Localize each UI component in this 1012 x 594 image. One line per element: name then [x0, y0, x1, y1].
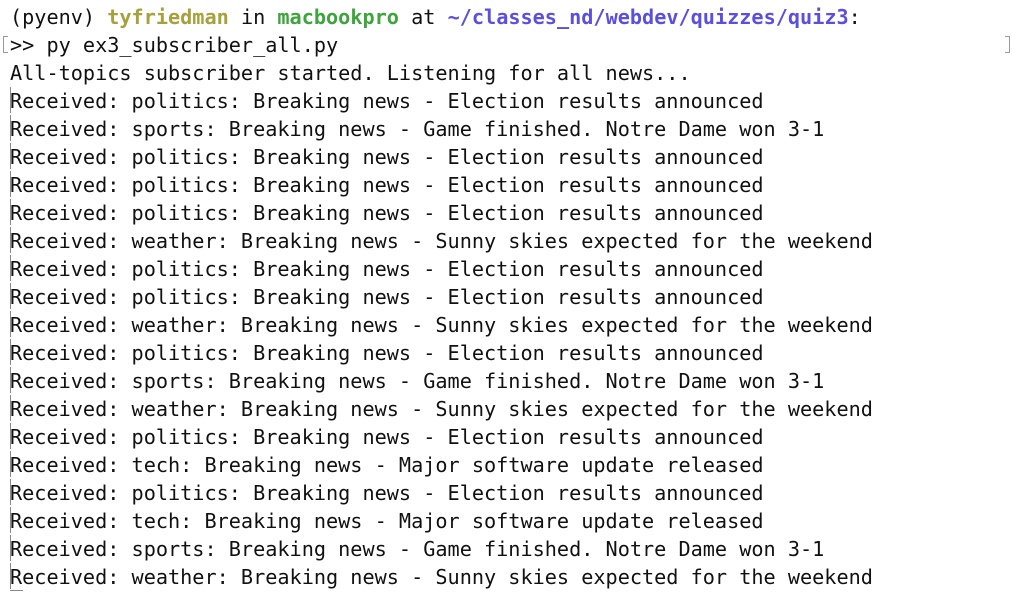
output-line: Received: politics: Breaking news - Elec… — [0, 423, 1012, 451]
prompt-at: at — [411, 5, 436, 29]
prompt-suffix: : — [848, 5, 861, 29]
command-text: py ex3_subscriber_all.py — [46, 33, 339, 57]
output-log: Received: politics: Breaking news - Elec… — [0, 87, 1012, 591]
output-line: Received: politics: Breaking news - Elec… — [0, 283, 1012, 311]
output-line: Received: tech: Breaking news - Major so… — [0, 451, 1012, 479]
output-line: Received: politics: Breaking news - Elec… — [0, 87, 1012, 115]
prompt-user: tyfriedman — [107, 5, 229, 29]
command-mark-left — [3, 36, 8, 53]
shell-prompt: (pyenv) tyfriedman in macbookpro at ~/cl… — [10, 3, 861, 31]
output-line: Received: weather: Breaking news - Sunny… — [0, 563, 1012, 591]
output-line: Received: sports: Breaking news - Game f… — [0, 535, 1012, 563]
prompt-in: in — [240, 5, 266, 29]
output-line: Received: politics: Breaking news - Elec… — [0, 479, 1012, 507]
output-line: Received: politics: Breaking news - Elec… — [0, 339, 1012, 367]
output-line: Received: politics: Breaking news - Elec… — [0, 143, 1012, 171]
prompt-path: ~/classes_nd/webdev/quizzes/quiz3 — [447, 5, 849, 29]
output-line: Received: sports: Breaking news - Game f… — [0, 367, 1012, 395]
prompt-host: macbookpro — [277, 5, 399, 29]
command-line[interactable]: >> py ex3_subscriber_all.py — [10, 31, 338, 59]
prompt-env: (pyenv) — [10, 5, 96, 29]
command-mark-right — [1005, 36, 1010, 53]
command-marker: >> — [10, 33, 35, 57]
terminal-window[interactable]: (pyenv) tyfriedman in macbookpro at ~/cl… — [0, 0, 1012, 594]
output-line: Received: sports: Breaking news - Game f… — [0, 115, 1012, 143]
output-line: Received: tech: Breaking news - Major so… — [0, 507, 1012, 535]
output-line: Received: politics: Breaking news - Elec… — [0, 199, 1012, 227]
output-line: Received: weather: Breaking news - Sunny… — [0, 395, 1012, 423]
output-line: Received: politics: Breaking news - Elec… — [0, 255, 1012, 283]
output-line: Received: politics: Breaking news - Elec… — [0, 171, 1012, 199]
output-line: Received: weather: Breaking news - Sunny… — [0, 311, 1012, 339]
status-line: All-topics subscriber started. Listening… — [10, 61, 691, 85]
output-line: Received: weather: Breaking news - Sunny… — [0, 227, 1012, 255]
